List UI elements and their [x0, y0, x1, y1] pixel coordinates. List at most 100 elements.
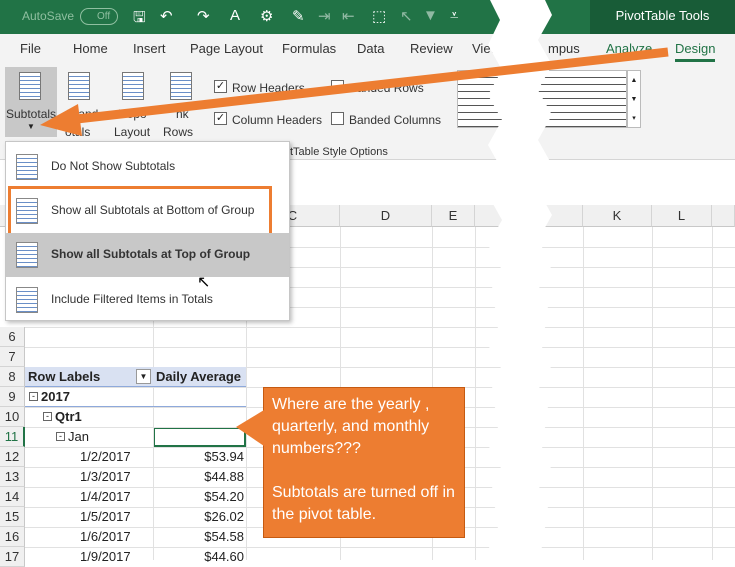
menu-item-label: Show all Subtotals at Top of Group [51, 247, 251, 261]
undo-icon[interactable]: ↶ [160, 7, 173, 25]
customize-icon[interactable]: ⩡ [450, 7, 458, 24]
subtotal-layout-icon [16, 198, 38, 224]
menu-item-label: Show all Subtotals at Bottom of Group [51, 203, 255, 217]
row-headers-label: Row Headers [232, 81, 305, 95]
cursor-icon[interactable]: ↖ [400, 7, 413, 25]
callout-question: Where are the yearly , quarterly, and mo… [272, 396, 430, 457]
decrease-indent-icon[interactable]: ⇤ [342, 7, 355, 25]
column-header[interactable]: D [340, 205, 432, 227]
tab-mpus[interactable]: mpus [548, 41, 580, 56]
filter-icon[interactable]: ▼ [423, 7, 438, 24]
subtotals-button[interactable]: Subtotals ▼ [5, 67, 57, 137]
collapse-icon[interactable]: - [43, 412, 52, 421]
row-header[interactable]: 14 [0, 487, 25, 507]
report-layout-button[interactable]: Repo Layout [112, 67, 160, 139]
subtotal-layout-icon [16, 242, 38, 268]
row-header[interactable]: 16 [0, 527, 25, 547]
format-painter-icon[interactable]: ✎ [292, 7, 305, 25]
collapse-icon[interactable]: - [29, 392, 38, 401]
row-header[interactable]: 13 [0, 467, 25, 487]
tab-review[interactable]: Review [410, 41, 453, 56]
pivot-date: 1/3/2017 [80, 469, 131, 484]
pivot-value: $54.58 [204, 529, 244, 544]
tab-analyze[interactable]: Analyze [606, 41, 652, 56]
gallery-scroll[interactable]: ▲ ▼ ▾ [627, 70, 641, 128]
grid-row-line [25, 327, 735, 328]
filter-table-icon [16, 287, 38, 313]
grid-column-line [712, 227, 713, 560]
menu-item-0[interactable]: Do Not Show Subtotals [6, 145, 289, 189]
pivot-month-label: Jan [68, 429, 89, 444]
row-header[interactable]: 9 [0, 387, 25, 407]
grand-totals-button[interactable]: Grand otals [60, 67, 105, 139]
pivot-value: $44.88 [204, 469, 244, 484]
tab-home[interactable]: Home [73, 41, 108, 56]
tab-design[interactable]: Design [675, 41, 716, 62]
blank-rows-icon [170, 72, 192, 100]
tab-page-layout[interactable]: Page Layout [190, 41, 263, 56]
blank-rows-button[interactable]: nk Rows [162, 67, 204, 139]
row-header[interactable]: 6 [0, 327, 25, 347]
menu-item-1[interactable]: Show all Subtotals at Bottom of Group [6, 189, 289, 233]
column-header-blank [712, 205, 735, 227]
tab-view[interactable]: View [472, 41, 500, 56]
collapse-icon[interactable]: - [56, 432, 65, 441]
text-box-icon[interactable]: A [230, 7, 240, 24]
callout-pointer [236, 410, 264, 446]
subtotals-label: Subtotals [6, 107, 57, 121]
menu-item-2[interactable]: Show all Subtotals at Top of Group [6, 233, 289, 277]
tab-formulas[interactable]: Formulas [282, 41, 336, 56]
redo-icon[interactable]: ↷ [197, 7, 210, 25]
report-label: Repo [118, 107, 147, 121]
grid-row-line [25, 547, 735, 548]
row-header[interactable]: 15 [0, 507, 25, 527]
subtotal-layout-icon [16, 154, 38, 180]
grid-column-line [475, 227, 476, 560]
macro-icon[interactable]: ⚙ [260, 7, 273, 25]
pivot-date: 1/9/2017 [80, 549, 131, 564]
pivot-date: 1/4/2017 [80, 489, 131, 504]
banded-rows-label: Banded Rows [349, 81, 424, 95]
tab-insert[interactable]: Insert [133, 41, 166, 56]
rows-label: Rows [163, 125, 194, 139]
pivot-date: 1/6/2017 [80, 529, 131, 544]
column-headers-label: Column Headers [232, 113, 323, 127]
increase-indent-icon[interactable]: ⇥ [318, 7, 331, 25]
filter-dropdown-icon[interactable]: ▼ [136, 369, 151, 384]
banded-columns-label: Banded Columns [349, 113, 442, 127]
tab-data[interactable]: Data [357, 41, 384, 56]
grid-column-line [583, 227, 584, 560]
banded-columns-checkbox[interactable] [331, 112, 344, 125]
row-header[interactable]: 17 [0, 547, 25, 567]
grid-column-line [652, 227, 653, 560]
tab-file[interactable]: File [20, 41, 41, 56]
selected-cell[interactable] [153, 427, 246, 447]
row-header[interactable]: 10 [0, 407, 25, 427]
chevron-down-icon: ▼ [27, 122, 35, 131]
pivot-date: 1/5/2017 [80, 509, 131, 524]
row-header[interactable]: 12 [0, 447, 25, 467]
column-header[interactable]: E [432, 205, 475, 227]
row-header[interactable]: 8 [0, 367, 25, 387]
pivot-style-gallery[interactable] [457, 70, 627, 128]
column-header-blank [475, 205, 583, 227]
save-icon[interactable]: 🖫 [133, 7, 146, 32]
select-objects-icon[interactable]: ⬚ [372, 7, 386, 25]
pivot-quarter-label: Qtr1 [55, 409, 82, 424]
row-header[interactable]: 11 [0, 427, 25, 447]
column-headers-checkbox[interactable]: ✓ [214, 112, 227, 125]
banded-rows-checkbox[interactable] [331, 80, 344, 93]
subtotals-icon [19, 72, 41, 100]
pivot-value: $53.94 [204, 449, 244, 464]
column-header[interactable]: L [652, 205, 712, 227]
menu-item-label: Do Not Show Subtotals [51, 159, 176, 173]
autosave-toggle[interactable]: Off [80, 8, 118, 25]
callout-annotation: Where are the yearly , quarterly, and mo… [263, 387, 465, 538]
pivot-value: $54.20 [204, 489, 244, 504]
grand-totals-icon [68, 72, 90, 100]
menu-item-3[interactable]: Include Filtered Items in Totals [6, 278, 289, 322]
column-header[interactable]: K [583, 205, 652, 227]
row-header[interactable]: 7 [0, 347, 25, 367]
context-title: PivotTable Tools [590, 0, 735, 34]
row-headers-checkbox[interactable]: ✓ [214, 80, 227, 93]
